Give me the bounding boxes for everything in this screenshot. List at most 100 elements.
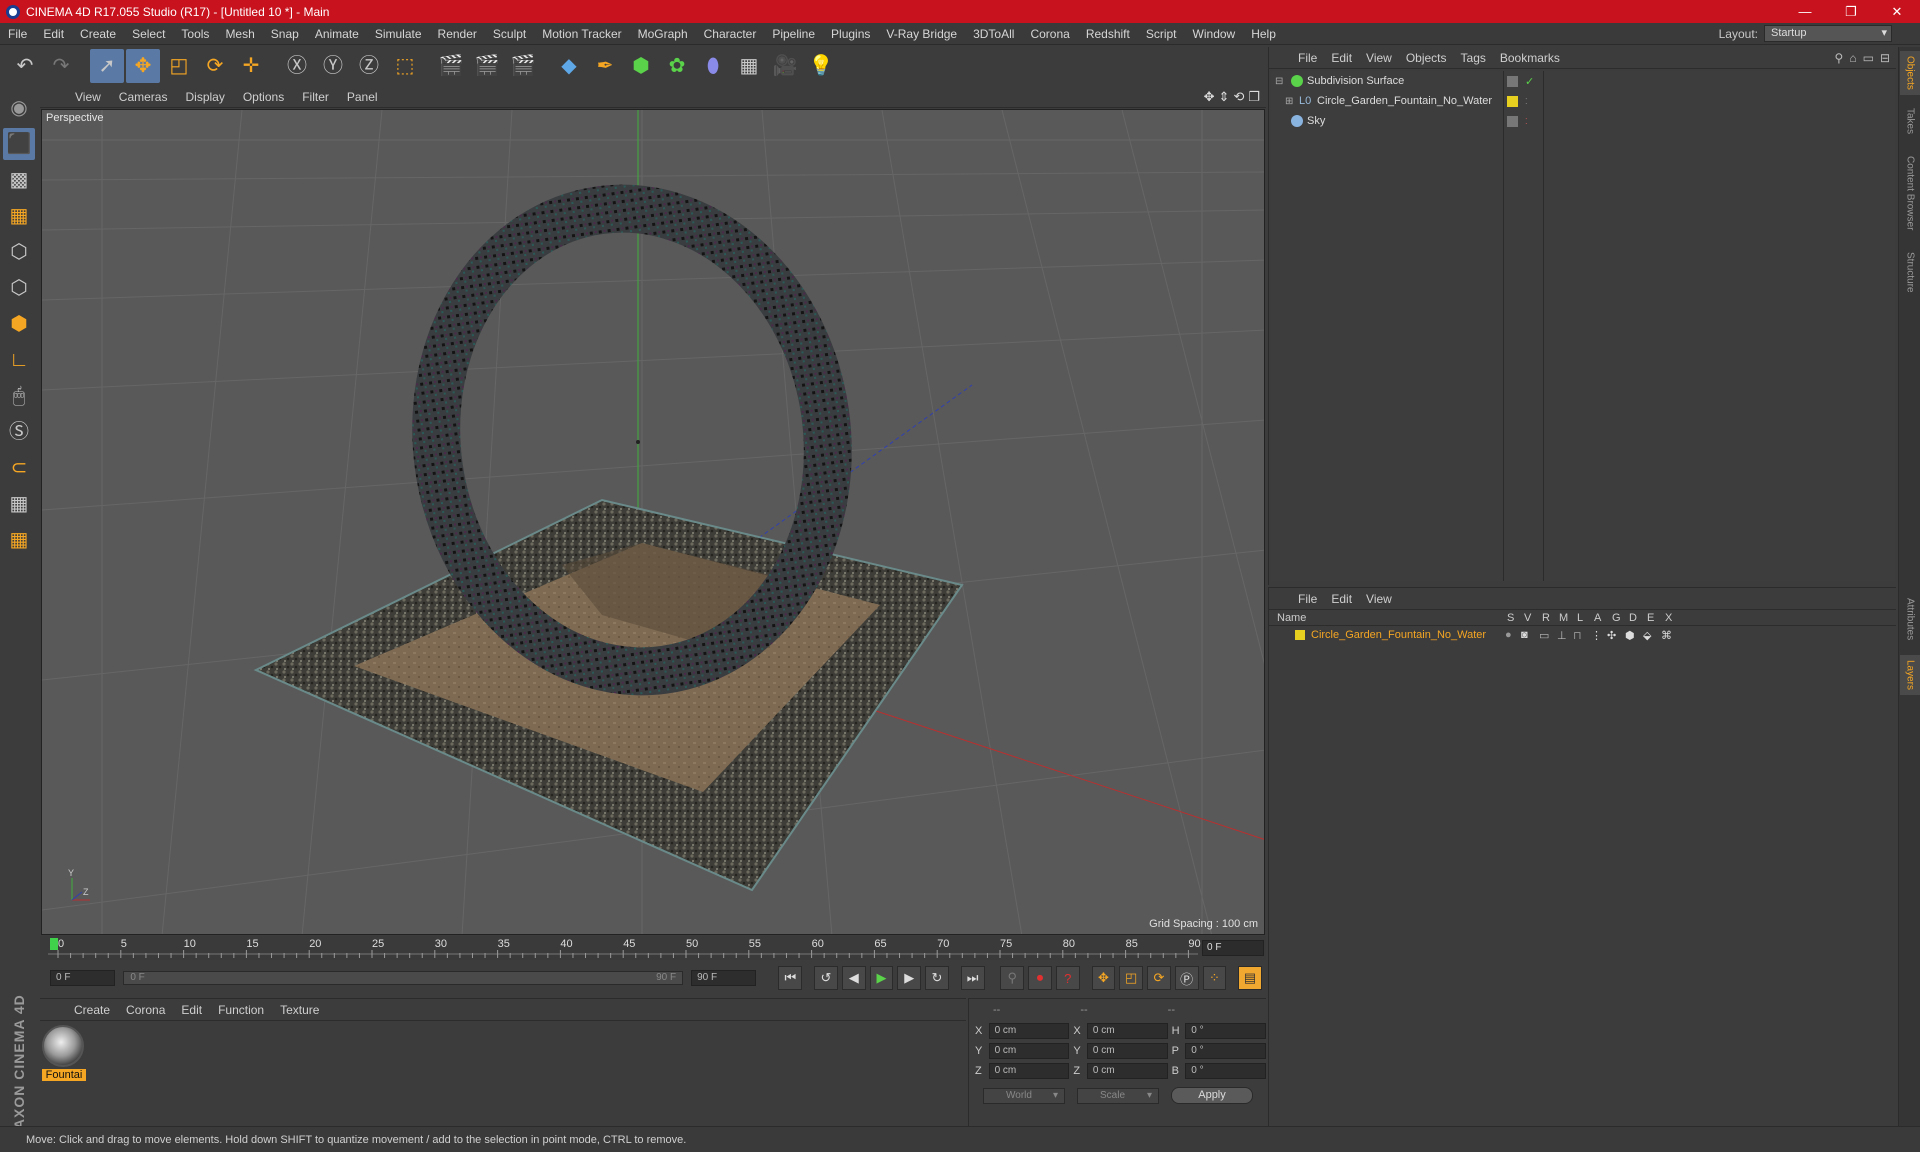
material-menu-edit[interactable]: Edit	[173, 1003, 210, 1017]
play-button[interactable]: ▶	[869, 966, 894, 990]
motion-record-button[interactable]: ⚲	[1000, 966, 1025, 990]
select-tool-button[interactable]: ➚	[90, 48, 124, 83]
menu-3dtoall[interactable]: 3DToAll	[965, 27, 1022, 41]
layer-color-swatch[interactable]	[1295, 630, 1305, 640]
menu-mograph[interactable]: MoGraph	[630, 27, 696, 41]
menu-window[interactable]: Window	[1185, 27, 1244, 41]
edges-mode-button[interactable]: ⬡	[3, 272, 35, 304]
material-menu-function[interactable]: Function	[210, 1003, 272, 1017]
key-parameter-button[interactable]: Ⓟ	[1174, 966, 1199, 990]
camera-button[interactable]: 🎥	[768, 49, 802, 83]
menu-character[interactable]: Character	[696, 27, 765, 41]
tab-content-browser[interactable]: Content Browser	[1900, 147, 1920, 239]
menu-render[interactable]: Render	[430, 27, 485, 41]
material-menu-texture[interactable]: Texture	[272, 1003, 327, 1017]
menu-select[interactable]: Select	[124, 27, 173, 41]
zoom-icon[interactable]: ⇕	[1219, 89, 1230, 105]
objects-menu-tags[interactable]: Tags	[1454, 51, 1493, 65]
tab-layers[interactable]: Layers	[1900, 655, 1920, 695]
visibility-dots-icon[interactable]: ⁚	[1525, 117, 1528, 126]
expression-icon[interactable]: ⬙	[1643, 629, 1651, 642]
perspective-viewport[interactable]: Y Z Perspective Grid Spacing : 100 cm	[41, 109, 1265, 935]
timeline-window-button[interactable]: ▤	[1238, 966, 1262, 990]
material-menu-create[interactable]: Create	[66, 1003, 118, 1017]
deformer-button[interactable]: ⬮	[696, 49, 730, 83]
eye-icon[interactable]: ◙	[1521, 629, 1528, 641]
rot-p-field[interactable]: 0 °	[1185, 1043, 1266, 1059]
viewport-menu-view[interactable]: View	[66, 90, 110, 104]
layer-color-swatch[interactable]	[1507, 95, 1518, 107]
make-editable-button[interactable]: ◉	[3, 92, 35, 124]
floor-button[interactable]: ▦	[732, 49, 766, 83]
pen-spline-button[interactable]: ✒	[588, 49, 622, 83]
deformer-icon[interactable]: ⬢	[1625, 629, 1635, 642]
rot-h-field[interactable]: 0 °	[1185, 1023, 1266, 1039]
previous-frame-button[interactable]: ◀	[841, 966, 866, 990]
restore-button[interactable]: ❐	[1828, 0, 1874, 23]
close-button[interactable]: ✕	[1874, 0, 1920, 23]
objects-menu-bookmarks[interactable]: Bookmarks	[1493, 51, 1567, 65]
menu-motion-tracker[interactable]: Motion Tracker	[534, 27, 629, 41]
layers-menu-view[interactable]: View	[1359, 592, 1399, 606]
key-rotation-button[interactable]: ⟳	[1147, 966, 1171, 990]
viewport-menu-options[interactable]: Options	[234, 90, 293, 104]
viewport-menu-filter[interactable]: Filter	[293, 90, 338, 104]
workplane-mode-button[interactable]: ▦	[3, 200, 35, 232]
cube-primitive-button[interactable]: ◆	[552, 49, 586, 83]
points-mode-button[interactable]: ⬡	[3, 236, 35, 268]
layers-menu-edit[interactable]: Edit	[1324, 592, 1359, 606]
menu-simulate[interactable]: Simulate	[367, 27, 430, 41]
pos-y-field[interactable]: 0 cm	[988, 1043, 1070, 1059]
texture-mode-button[interactable]: ▩	[3, 164, 35, 196]
new-view-icon[interactable]: ⊟	[1880, 51, 1890, 65]
material-swatch[interactable]: Fountai	[42, 1025, 86, 1081]
layer-row[interactable]: Circle_Garden_Fountain_No_Water ● ◙ ▭ ⊥ …	[1269, 626, 1896, 644]
subdivision-surface-button[interactable]: ⬢	[624, 49, 658, 83]
menu-snap[interactable]: Snap	[263, 27, 307, 41]
menu-create[interactable]: Create	[72, 27, 124, 41]
size-x-field[interactable]: 0 cm	[1086, 1023, 1168, 1039]
coordinate-space-dropdown[interactable]: World	[983, 1087, 1065, 1104]
light-button[interactable]: 💡	[804, 49, 838, 83]
manager-icon[interactable]: ⊥	[1557, 629, 1567, 642]
key-position-button[interactable]: ✥	[1091, 966, 1116, 990]
autokeying-button[interactable]: ?	[1055, 966, 1080, 990]
enabled-check-icon[interactable]: ✓	[1525, 75, 1534, 88]
z-axis-lock-button[interactable]: Ⓩ	[352, 49, 386, 83]
menu-animate[interactable]: Animate	[307, 27, 367, 41]
object-row-subdivision[interactable]: ⊟ Subdivision Surface ✓	[1271, 71, 1895, 91]
render-view-button[interactable]: 🎬	[434, 49, 468, 83]
next-key-button[interactable]: ↻	[925, 966, 949, 990]
go-to-start-button[interactable]: ⏮	[778, 966, 803, 990]
objects-menu-edit[interactable]: Edit	[1324, 51, 1359, 65]
menu-redshift[interactable]: Redshift	[1078, 27, 1138, 41]
x-axis-lock-button[interactable]: Ⓧ	[280, 49, 314, 83]
layers-menu-file[interactable]: File	[1291, 592, 1324, 606]
object-row-fountain[interactable]: ⊞ L0 Circle_Garden_Fountain_No_Water ⁚	[1271, 91, 1895, 111]
render-settings-button[interactable]: 🎬	[506, 49, 540, 83]
menu-mesh[interactable]: Mesh	[217, 27, 262, 41]
animation-icon[interactable]: ⋮	[1591, 629, 1602, 642]
menu-script[interactable]: Script	[1138, 27, 1185, 41]
lock-icon[interactable]: ⊓	[1573, 629, 1582, 642]
lock-workplane-button[interactable]: ▦	[3, 488, 35, 520]
layer-name[interactable]: Circle_Garden_Fountain_No_Water	[1311, 629, 1486, 641]
record-active-objects-button[interactable]: ⏺	[1028, 966, 1052, 990]
viewport-menu-panel[interactable]: Panel	[338, 90, 387, 104]
search-icon[interactable]: ⚲	[1835, 51, 1844, 65]
menu-tools[interactable]: Tools	[173, 27, 217, 41]
size-y-field[interactable]: 0 cm	[1086, 1043, 1168, 1059]
planar-workplane-button[interactable]: ▦	[3, 524, 35, 556]
pos-z-field[interactable]: 0 cm	[988, 1063, 1070, 1079]
rot-b-field[interactable]: 0 °	[1185, 1063, 1266, 1079]
expand-toggle-icon[interactable]: ⊞	[1285, 96, 1293, 107]
live-select-button[interactable]: ✛	[234, 49, 268, 83]
menu-edit[interactable]: Edit	[35, 27, 72, 41]
key-scale-button[interactable]: ◰	[1119, 966, 1144, 990]
polygons-mode-button[interactable]: ⬢	[3, 308, 35, 340]
home-icon[interactable]: ⌂	[1849, 51, 1856, 65]
move-tool-button[interactable]: ✥	[126, 48, 160, 83]
cloner-button[interactable]: ✿	[660, 49, 694, 83]
viewport-menu-cameras[interactable]: Cameras	[110, 90, 177, 104]
end-frame-field[interactable]: 90 F	[691, 970, 757, 986]
